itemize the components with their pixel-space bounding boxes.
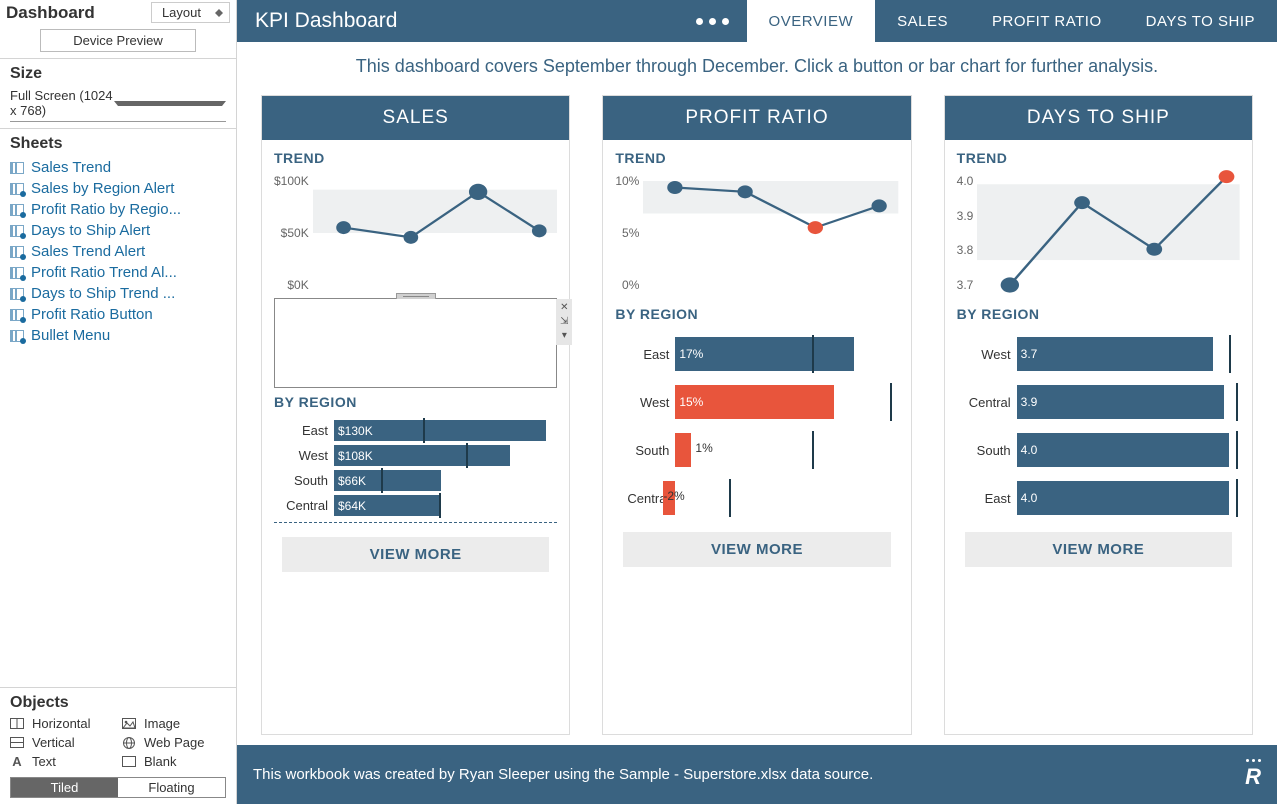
days-view-more-button[interactable]: VIEW MORE	[965, 532, 1232, 567]
sales-trend-label: TREND	[274, 150, 557, 166]
object-blank[interactable]: Blank	[122, 754, 226, 769]
globe-icon	[122, 737, 136, 749]
days-trend-chart[interactable]: 4.0 3.9 3.8 3.7	[957, 168, 1240, 298]
caret-down-icon[interactable]: ▾	[562, 331, 567, 341]
footer-text: This workbook was created by Ryan Sleepe…	[253, 766, 873, 783]
object-webpage[interactable]: Web Page	[122, 735, 226, 750]
objects-section-header: Objects	[10, 688, 226, 716]
dashboard-banner-text: This dashboard covers September through …	[237, 42, 1277, 91]
profit-byregion-label: BY REGION	[615, 306, 898, 322]
sheet-item[interactable]: Profit Ratio Button	[0, 304, 236, 325]
tiled-toggle[interactable]: Tiled	[11, 778, 118, 797]
sheet-item[interactable]: Bullet Menu	[0, 325, 236, 346]
layout-tab-select[interactable]: Layout	[151, 2, 230, 23]
device-preview-button[interactable]: Device Preview	[40, 29, 196, 52]
object-horizontal[interactable]: Horizontal	[10, 716, 114, 731]
sheet-item[interactable]: Profit Ratio Trend Al...	[0, 262, 236, 283]
size-dropdown[interactable]: Full Screen (1024 x 768)	[10, 85, 226, 122]
tab-days-to-ship[interactable]: DAYS TO SHIP	[1124, 0, 1277, 42]
profit-view-more-button[interactable]: VIEW MORE	[623, 532, 890, 567]
days-to-ship-card: DAYS TO SHIP TREND 4.0 3.9 3.8 3.7	[944, 95, 1253, 735]
panel-title-dashboard: Dashboard	[6, 3, 95, 23]
sheet-item[interactable]: Days to Ship Alert	[0, 220, 236, 241]
object-text[interactable]: AText	[10, 754, 114, 769]
blank-icon	[122, 756, 136, 768]
dashboard-side-panel: Dashboard Layout Device Preview Size Ful…	[0, 0, 237, 804]
tab-profit-ratio[interactable]: PROFIT RATIO	[970, 0, 1124, 42]
profit-by-region-chart[interactable]: East17% West15% South1% Central-2%	[615, 330, 898, 522]
sales-view-more-button[interactable]: VIEW MORE	[282, 537, 549, 572]
sheet-item[interactable]: Sales Trend	[0, 157, 236, 178]
worksheet-icon	[10, 162, 24, 174]
sales-by-region-chart[interactable]: East$130K West$108K South$66K Central$64…	[274, 418, 557, 518]
sheet-item[interactable]: Sales Trend Alert	[0, 241, 236, 262]
sheets-list: Sales Trend Sales by Region Alert Profit…	[0, 155, 236, 348]
dashboard-tabs: KPI Dashboard OVERVIEW SALES PROFIT RATI…	[237, 0, 1277, 42]
days-trend-label: TREND	[957, 150, 1240, 166]
sheets-section-header: Sheets	[0, 128, 236, 155]
size-dropdown-value: Full Screen (1024 x 768)	[10, 88, 114, 118]
profit-ratio-card: PROFIT RATIO TREND 10% 5% 0%	[602, 95, 911, 735]
sales-trend-chart[interactable]: $100K $50K $0K	[274, 168, 557, 298]
objects-section: Objects Horizontal Image Vertical Web Pa…	[0, 687, 236, 804]
worksheet-icon	[10, 267, 24, 279]
footer-logo: R	[1245, 759, 1261, 790]
tab-sales[interactable]: SALES	[875, 0, 970, 42]
close-icon[interactable]: ✕	[560, 303, 568, 313]
profit-trend-label: TREND	[615, 150, 898, 166]
object-image[interactable]: Image	[122, 716, 226, 731]
sales-card-header: SALES	[262, 96, 569, 140]
sheet-item[interactable]: Sales by Region Alert	[0, 178, 236, 199]
profit-card-header: PROFIT RATIO	[603, 96, 910, 140]
sheet-item[interactable]: Days to Ship Trend ...	[0, 283, 236, 304]
pin-icon[interactable]: ⇲	[560, 317, 568, 327]
days-card-header: DAYS TO SHIP	[945, 96, 1252, 140]
days-by-region-chart[interactable]: West3.7 Central3.9 South4.0 East4.0	[957, 330, 1240, 522]
image-icon	[122, 718, 136, 730]
caret-down-icon	[114, 101, 226, 106]
dashboard-canvas: KPI Dashboard OVERVIEW SALES PROFIT RATI…	[237, 0, 1277, 804]
worksheet-icon	[10, 204, 24, 216]
worksheet-icon	[10, 246, 24, 258]
worksheet-icon	[10, 309, 24, 321]
object-vertical[interactable]: Vertical	[10, 735, 114, 750]
days-byregion-label: BY REGION	[957, 306, 1240, 322]
worksheet-icon	[10, 225, 24, 237]
kpi-cards-row: SALES TREND $100K $50K $0K	[237, 91, 1277, 745]
sales-byregion-label: BY REGION	[274, 394, 557, 410]
tiled-floating-toggle: Tiled Floating	[10, 777, 226, 798]
profit-trend-chart[interactable]: 10% 5% 0%	[615, 168, 898, 298]
more-dots-icon[interactable]	[678, 0, 747, 42]
tab-overview[interactable]: OVERVIEW	[747, 0, 876, 42]
worksheet-icon	[10, 183, 24, 195]
floating-toggle[interactable]: Floating	[118, 778, 225, 797]
vertical-container-icon	[10, 737, 24, 749]
text-icon: A	[10, 756, 24, 768]
dashboard-footer: This workbook was created by Ryan Sleepe…	[237, 745, 1277, 804]
selected-placeholder-container[interactable]: ✕ ⇲ ▾	[274, 298, 557, 388]
worksheet-icon	[10, 330, 24, 342]
dashboard-title: KPI Dashboard	[237, 0, 415, 42]
horizontal-container-icon	[10, 718, 24, 730]
sheet-item[interactable]: Profit Ratio by Regio...	[0, 199, 236, 220]
worksheet-icon	[10, 288, 24, 300]
drag-handle-icon[interactable]	[396, 293, 436, 299]
size-section-header: Size	[0, 58, 236, 85]
sales-card: SALES TREND $100K $50K $0K	[261, 95, 570, 735]
